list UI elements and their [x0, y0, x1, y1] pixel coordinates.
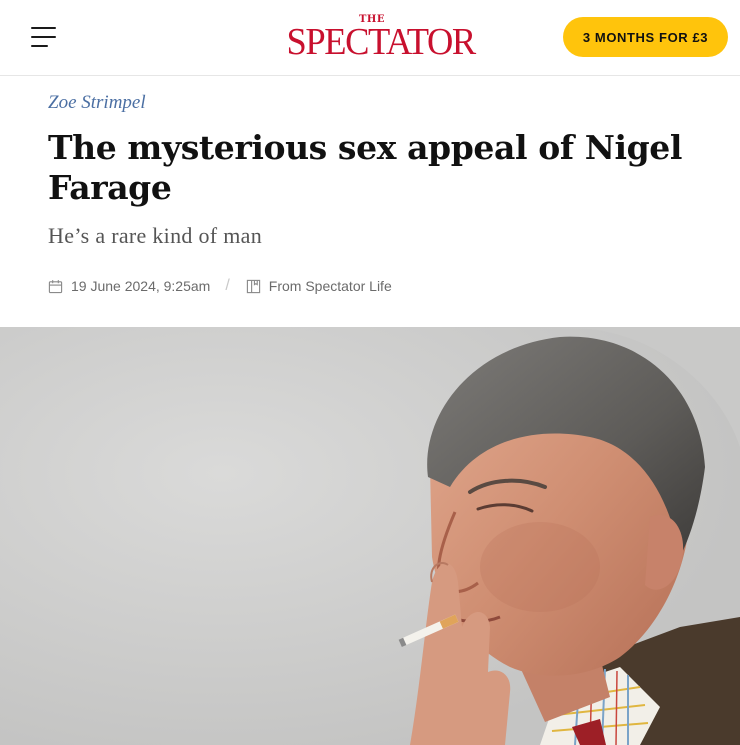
menu-bar: [31, 27, 56, 29]
publish-date: 19 June 2024, 9:25am: [71, 278, 211, 294]
author-link[interactable]: Zoe Strimpel: [48, 92, 146, 114]
article-meta: 19 June 2024, 9:25am / From Spectator Li…: [48, 276, 392, 296]
source-link[interactable]: From Spectator Life: [269, 278, 392, 294]
site-header: THE SPECTATOR 3 MONTHS FOR £3: [0, 0, 740, 76]
spectator-logo[interactable]: THE SPECTATOR: [283, 15, 477, 63]
article-hero-image: [0, 327, 740, 745]
meta-separator: /: [225, 277, 230, 294]
logo-name: SPECTATOR: [286, 21, 477, 63]
article-standfirst: He’s a rare kind of man: [48, 223, 262, 248]
calendar-icon: [48, 279, 63, 293]
book-icon: [246, 279, 260, 293]
subscribe-button[interactable]: 3 MONTHS FOR £3: [563, 17, 728, 57]
hero-photo: [0, 327, 740, 745]
menu-bar: [31, 45, 48, 47]
hamburger-menu-icon[interactable]: [31, 26, 57, 48]
article-headline: The mysterious sex appeal of Nigel Farag…: [48, 128, 683, 207]
menu-bar: [31, 36, 56, 38]
